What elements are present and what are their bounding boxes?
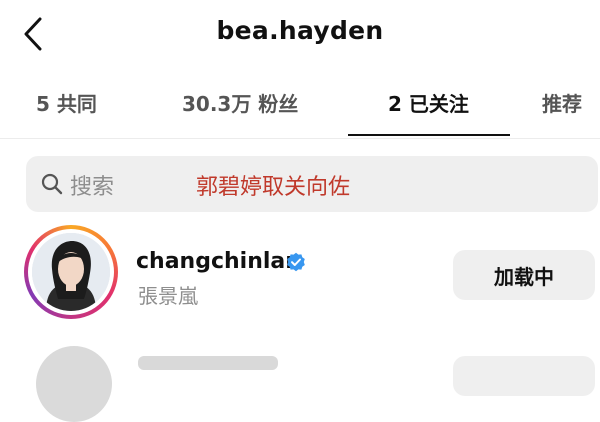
search-icon xyxy=(41,173,63,195)
tab-suggested[interactable]: 推荐 xyxy=(542,88,582,117)
avatar-photo xyxy=(32,233,110,311)
verified-badge-icon xyxy=(287,252,305,272)
avatar[interactable] xyxy=(36,346,112,422)
annotation-text: 郭碧婷取关向佐 xyxy=(196,175,351,200)
tab-mutual[interactable]: 5 共同 xyxy=(36,88,97,117)
follow-status-button[interactable] xyxy=(453,356,595,396)
search-bar[interactable]: 搜索 郭碧婷取关向佐 xyxy=(26,156,598,212)
username-placeholder xyxy=(138,356,278,370)
tabs-divider xyxy=(0,138,600,139)
tab-following[interactable]: 2 已关注 xyxy=(388,88,469,117)
full-name: 張景嵐 xyxy=(138,284,198,308)
profile-photo-icon xyxy=(32,233,110,311)
username[interactable]: changchinlan xyxy=(136,249,301,274)
search-input[interactable]: 搜索 xyxy=(70,169,114,201)
tab-followers[interactable]: 30.3万 粉丝 xyxy=(182,88,298,117)
tab-bar: 5 共同 30.3万 粉丝 2 已关注 推荐 xyxy=(0,76,600,138)
page-title: bea.hayden xyxy=(216,16,384,45)
avatar[interactable] xyxy=(24,225,118,319)
follow-status-button[interactable]: 加载中 xyxy=(453,250,595,300)
list-item[interactable]: changchinlan 張景嵐 加载中 xyxy=(0,222,600,332)
header: bea.hayden xyxy=(0,0,600,72)
active-tab-indicator xyxy=(348,134,510,136)
